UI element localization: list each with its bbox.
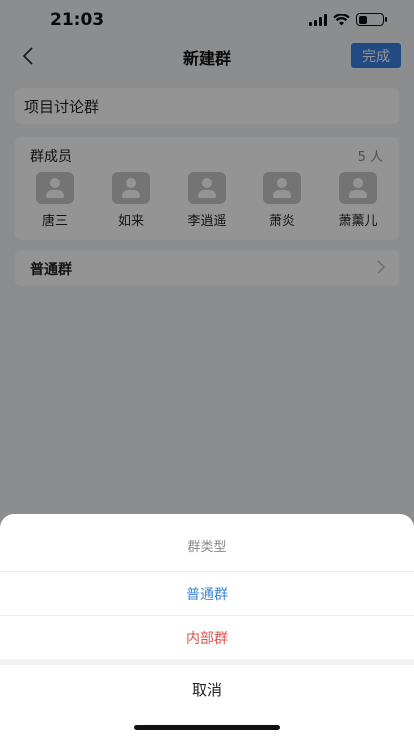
sheet-title: 群类型 [187,540,227,555]
option-internal-group[interactable]: 内部群 [0,615,414,659]
home-indicator [134,725,280,730]
cancel-button[interactable]: 取消 [0,665,414,713]
group-type-action-sheet: 群类型 普通群 内部群 取消 [0,514,414,736]
option-normal-group[interactable]: 普通群 [0,571,414,615]
